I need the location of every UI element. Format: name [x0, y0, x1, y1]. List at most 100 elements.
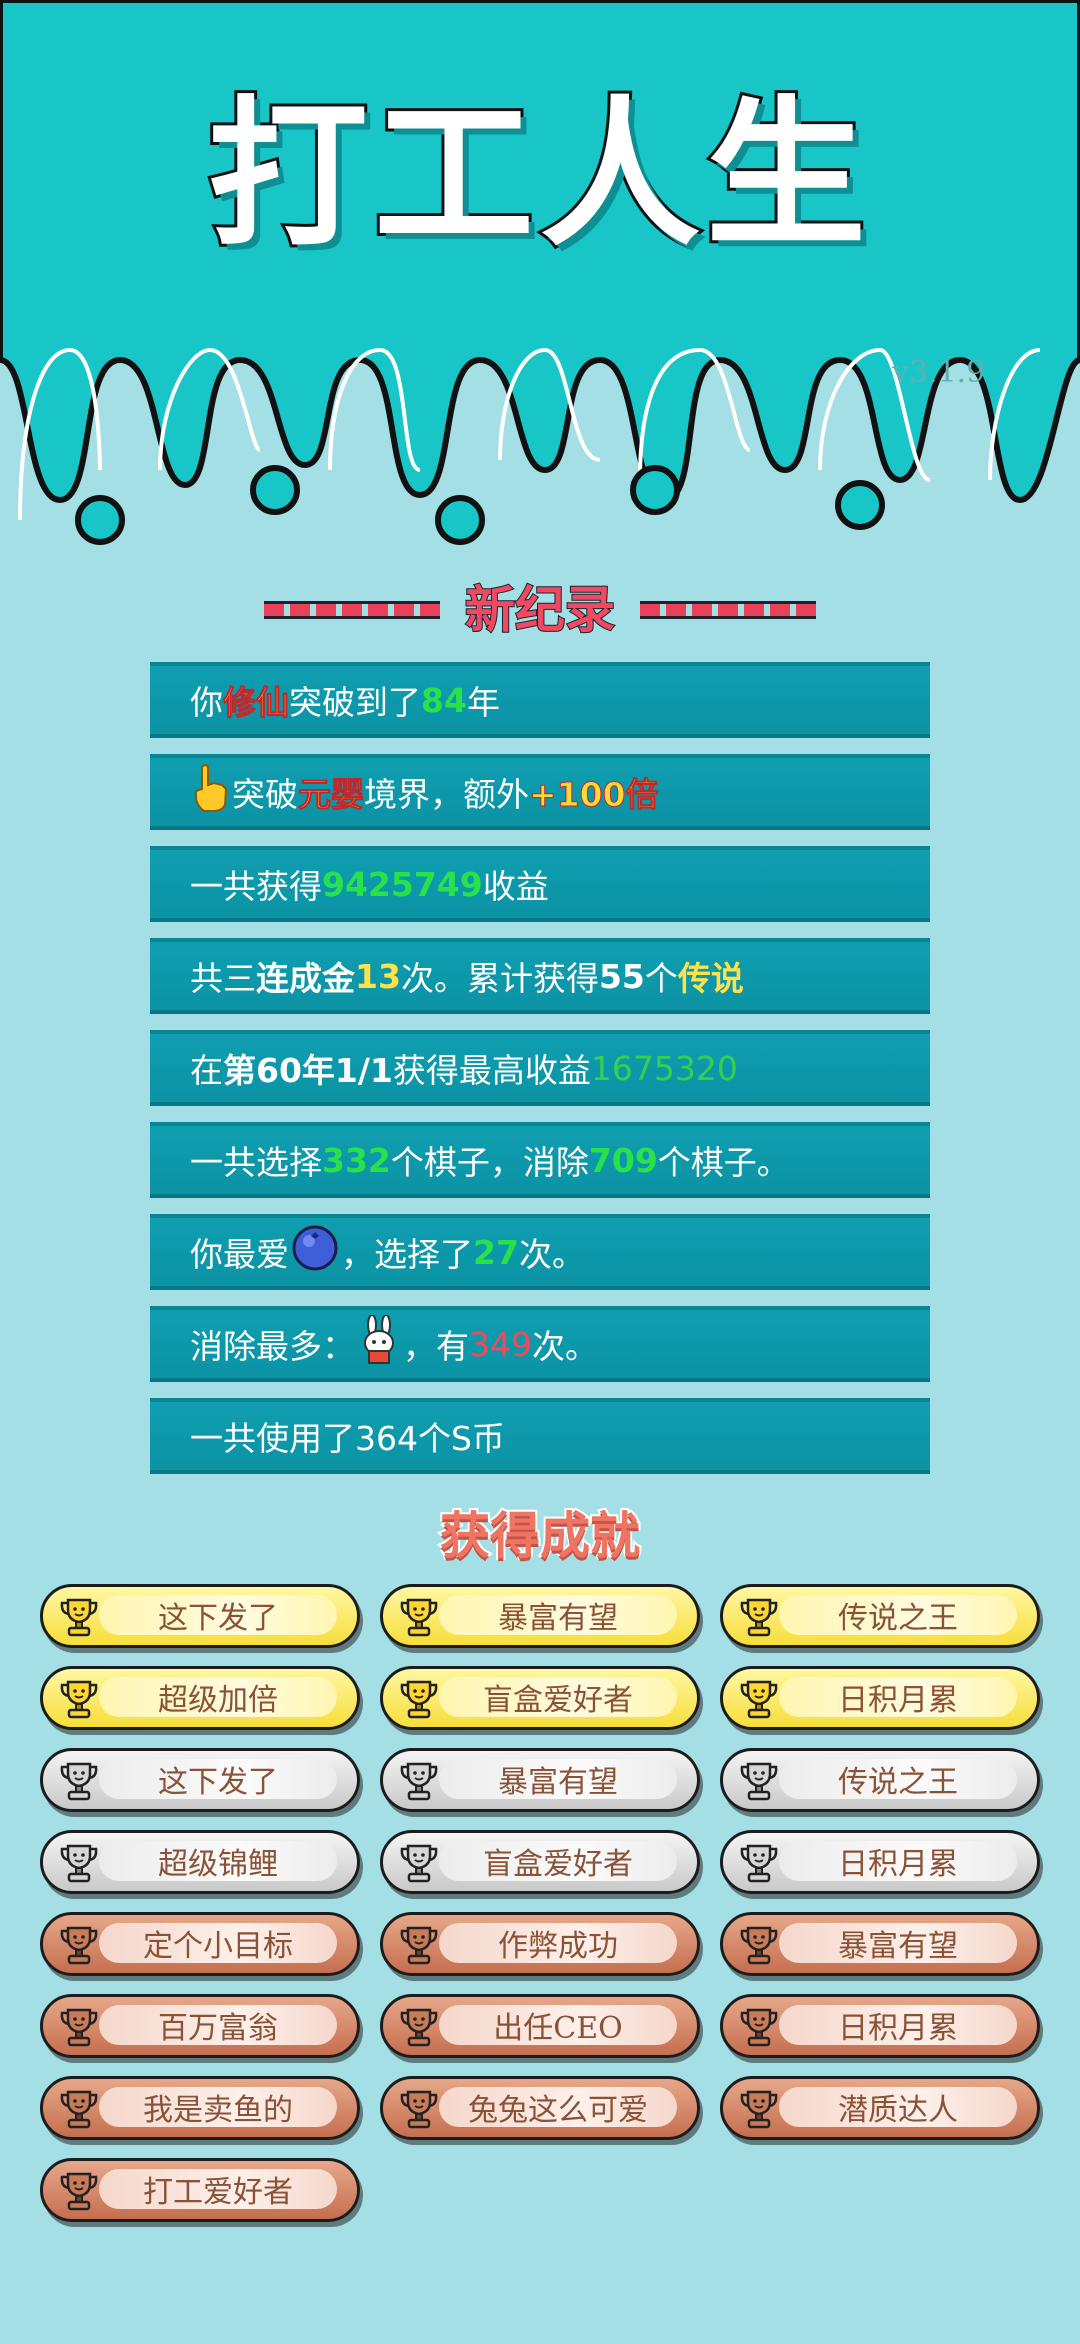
stat-row: 在 第60年1/1 获得最高收益 1675320 [150, 1030, 930, 1106]
stat-text: ，选择了 [341, 1235, 473, 1274]
achievement-badge-silver[interactable]: 这下发了 [40, 1748, 360, 1812]
stat-row: 你修仙 突破到了 84 年 [150, 662, 930, 738]
right-dash-decoration [640, 601, 817, 619]
stat-text: 突破 [232, 775, 298, 814]
records-title: 新纪录 [464, 580, 616, 640]
stat-highlight: 55 [598, 956, 645, 996]
stat-text: 个 [644, 959, 678, 998]
achievement-badge-bronze[interactable]: 潜质达人 [720, 2076, 1040, 2140]
trophy-icon [57, 1678, 101, 1720]
achievement-label: 这下发了 [99, 1595, 337, 1636]
achievement-badge-silver[interactable]: 暴富有望 [380, 1748, 700, 1812]
stat-text: 突破到了 [289, 683, 421, 722]
achievements-grid: 这下发了 暴富有望 传说之王 超级加倍 盲盒爱好者 日积月累 这下发了 暴富有望 传说之王 超级锦… [40, 1584, 1048, 2222]
stat-highlight: 9425749 [322, 864, 483, 904]
stat-highlight: 元婴 [298, 775, 365, 815]
stat-text: 一共获得 [190, 867, 322, 906]
achievement-badge-gold[interactable]: 盲盒爱好者 [380, 1666, 700, 1730]
stat-highlight: 709 [588, 1140, 658, 1180]
trophy-icon [737, 1596, 781, 1638]
trophy-icon [57, 1760, 101, 1802]
achievement-badge-gold[interactable]: 传说之王 [720, 1584, 1040, 1648]
achievement-label: 出任CEO [439, 2005, 677, 2046]
achievement-label: 百万富翁 [99, 2005, 337, 2046]
stat-highlight: 第60年1/1 [223, 1051, 393, 1090]
stat-text: 次。累计获得 [400, 959, 599, 998]
achievement-badge-bronze[interactable]: 兔兔这么可爱 [380, 2076, 700, 2140]
stat-highlight: 27 [473, 1232, 519, 1272]
achievement-badge-bronze[interactable]: 打工爱好者 [40, 2158, 360, 2222]
trophy-icon [397, 1678, 441, 1720]
trophy-icon [397, 2088, 441, 2130]
stat-row: 消除最多： ，有 349 次。 [150, 1306, 930, 1382]
stat-row: 一共选择 332 个棋子，消除 709 个棋子。 [150, 1122, 930, 1198]
achievement-label: 超级加倍 [99, 1677, 337, 1718]
achievement-badge-bronze[interactable]: 日积月累 [720, 1994, 1040, 2058]
stat-text: 获得最高收益 [392, 1051, 591, 1090]
achievement-label: 日积月累 [779, 1677, 1017, 1718]
trophy-icon [57, 1596, 101, 1638]
stat-text: 一共选择 [190, 1143, 322, 1182]
stat-row: 共三 连成金 13 次。累计获得 55 个传说 [150, 938, 930, 1014]
trophy-icon [57, 1924, 101, 1966]
achievement-badge-bronze[interactable]: 暴富有望 [720, 1912, 1040, 1976]
stat-text: 境界，额外 [364, 775, 529, 814]
trophy-icon [737, 1678, 781, 1720]
achievement-label: 暴富有望 [439, 1595, 677, 1636]
achievement-badge-silver[interactable]: 盲盒爱好者 [380, 1830, 700, 1894]
drip-droplet [250, 465, 300, 515]
rabbit-icon [357, 1314, 401, 1373]
achievement-badge-bronze[interactable]: 作弊成功 [380, 1912, 700, 1976]
achievement-label: 日积月累 [779, 1841, 1017, 1882]
stat-text: 共三 [190, 959, 256, 998]
stat-highlight: 修仙 [223, 683, 290, 723]
achievement-badge-bronze[interactable]: 我是卖鱼的 [40, 2076, 360, 2140]
achievement-badge-gold[interactable]: 超级加倍 [40, 1666, 360, 1730]
achievement-badge-gold[interactable]: 暴富有望 [380, 1584, 700, 1648]
stat-text: 个棋子。 [657, 1143, 790, 1182]
achievement-label: 打工爱好者 [99, 2169, 337, 2210]
trophy-icon [397, 1924, 441, 1966]
achievement-label: 我是卖鱼的 [99, 2087, 337, 2128]
achievement-label: 日积月累 [779, 2005, 1017, 2046]
achievement-label: 暴富有望 [439, 1759, 677, 1800]
stat-highlight: +100倍 [529, 775, 660, 815]
achievement-badge-silver[interactable]: 传说之王 [720, 1748, 1040, 1812]
stat-highlight: 13 [355, 956, 401, 996]
achievement-badge-silver[interactable]: 日积月累 [720, 1830, 1040, 1894]
achievement-badge-bronze[interactable]: 出任CEO [380, 1994, 700, 2058]
trophy-icon [397, 1760, 441, 1802]
trophy-icon [737, 1924, 781, 1966]
trophy-icon [397, 2006, 441, 2048]
stat-highlight: 传说 [677, 959, 744, 998]
achievement-label: 盲盒爱好者 [439, 1841, 677, 1882]
achievement-label: 超级锦鲤 [99, 1841, 337, 1882]
game-title: 打工人生 [205, 81, 872, 268]
pointing-hand-icon [192, 763, 230, 821]
stat-text: 年 [466, 683, 500, 722]
achievement-badge-gold[interactable]: 日积月累 [720, 1666, 1040, 1730]
stat-row: 你最爱 ，选择了 27 次。 [150, 1214, 930, 1290]
stat-text: 个棋子，消除 [390, 1143, 589, 1182]
blueberry-icon [291, 1224, 339, 1280]
stat-highlight: 349 [469, 1324, 532, 1364]
trophy-icon [57, 1842, 101, 1884]
achievements-header: 获得成就 [0, 1496, 1080, 1568]
stat-text: 在 [190, 1051, 223, 1090]
achievement-badge-silver[interactable]: 超级锦鲤 [40, 1830, 360, 1894]
achievement-label: 传说之王 [779, 1759, 1017, 1800]
stat-highlight: 连成金 [256, 959, 355, 998]
achievement-badge-bronze[interactable]: 百万富翁 [40, 1994, 360, 2058]
stat-text: ，有 [403, 1327, 469, 1366]
stat-row: 一共使用了364个S币 [150, 1398, 930, 1474]
stat-highlight: 332 [322, 1140, 391, 1180]
drip-droplet [435, 495, 485, 545]
stat-text: 次。 [532, 1327, 598, 1366]
stat-highlight: 84 [421, 680, 467, 720]
stat-text: 次。 [518, 1235, 585, 1274]
trophy-icon [737, 2088, 781, 2130]
achievement-badge-gold[interactable]: 这下发了 [40, 1584, 360, 1648]
trophy-icon [57, 2088, 101, 2130]
drip-droplet [835, 480, 885, 530]
achievement-badge-bronze[interactable]: 定个小目标 [40, 1912, 360, 1976]
